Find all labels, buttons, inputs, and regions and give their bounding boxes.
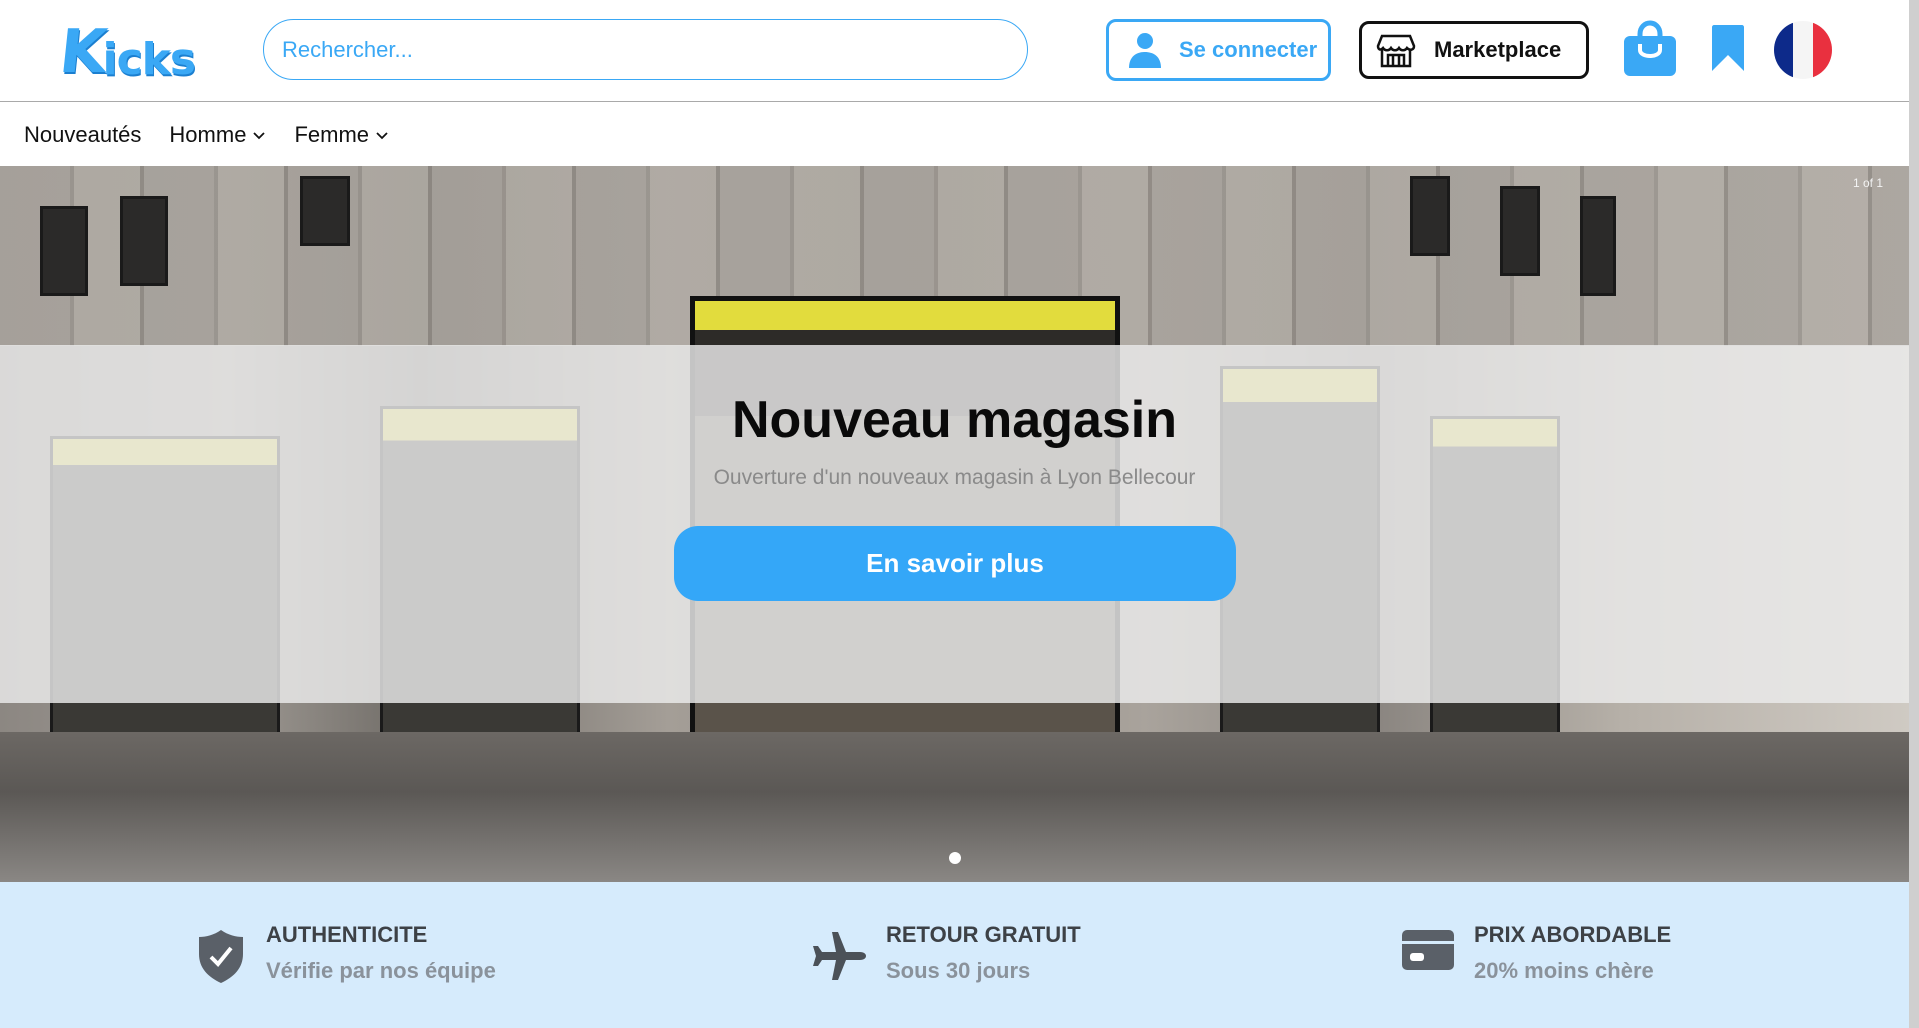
nav-item-label: Femme [294,121,369,147]
feature-free-returns: RETOUR GRATUIT Sous 30 jours [810,922,1081,984]
user-icon [1129,33,1161,68]
main-nav: Nouveautés Homme Femme [0,103,1909,166]
feature-authenticity: AUTHENTICITE Vérifie par nos équipe [196,922,496,984]
bookmark-icon[interactable] [1712,25,1744,71]
store-icon [1376,34,1416,68]
airplane-icon [813,932,866,980]
nav-item-homme[interactable]: Homme [169,122,266,148]
feature-subtitle: Sous 30 jours [886,958,1031,983]
feature-title: RETOUR GRATUIT [886,922,1081,947]
feature-subtitle: Vérifie par nos équipe [266,958,496,983]
page: K icks Se connecter Marketplace [0,0,1909,1028]
flag-blue [1774,21,1794,79]
features-bar: AUTHENTICITE Vérifie par nos équipe RETO… [0,882,1909,1028]
marketplace-button[interactable]: Marketplace [1359,21,1589,79]
credit-card-icon [1402,930,1454,970]
shopping-bag-icon[interactable] [1622,20,1678,76]
flag-white [1793,21,1813,79]
hero-image-window [1500,186,1540,276]
hero-title: Nouveau magasin [731,391,1178,449]
chevron-down-icon [376,131,388,139]
header: K icks Se connecter Marketplace [0,0,1909,102]
learn-more-button[interactable]: En savoir plus [674,526,1236,601]
feature-subtitle: 20% moins chère [1474,958,1654,983]
hero-carousel: 1 of 1 Nouveau magasin Ouverture d'un no… [0,166,1909,882]
carousel-dot-active[interactable] [949,852,961,864]
slide-counter: 1 of 1 [1852,176,1883,190]
vertical-scrollbar[interactable] [1909,0,1919,1028]
login-button[interactable]: Se connecter [1106,19,1331,81]
marketplace-label: Marketplace [1434,37,1562,62]
hero-image-window [1410,176,1450,256]
chevron-down-icon [253,131,266,139]
feature-title: PRIX ABORDABLE [1474,922,1672,947]
flag-red [1812,21,1832,79]
hero-image-window [120,196,168,286]
nav-item-nouveautes[interactable]: Nouveautés [24,122,141,148]
logo[interactable]: K icks [56,17,197,87]
logo-text: icks [102,34,197,85]
login-label: Se connecter [1179,37,1318,62]
feature-affordable-price: PRIX ABORDABLE 20% moins chère [1402,922,1671,984]
search-input[interactable] [282,36,1027,63]
nav-item-femme[interactable]: Femme [294,122,389,148]
hero-image-window [300,176,350,246]
hero-subtitle: Ouverture d'un nouveaux magasin à Lyon B… [713,466,1196,489]
french-flag-icon[interactable] [1774,21,1832,79]
hero-image-window [40,206,88,296]
shield-check-icon [199,930,243,983]
hero-image-window [1580,196,1616,296]
nav-item-label: Homme [169,121,247,147]
search-box [263,19,1028,80]
feature-title: AUTHENTICITE [266,922,428,947]
nav-item-label: Nouveautés [24,121,142,147]
logo-letter: K [56,17,111,87]
